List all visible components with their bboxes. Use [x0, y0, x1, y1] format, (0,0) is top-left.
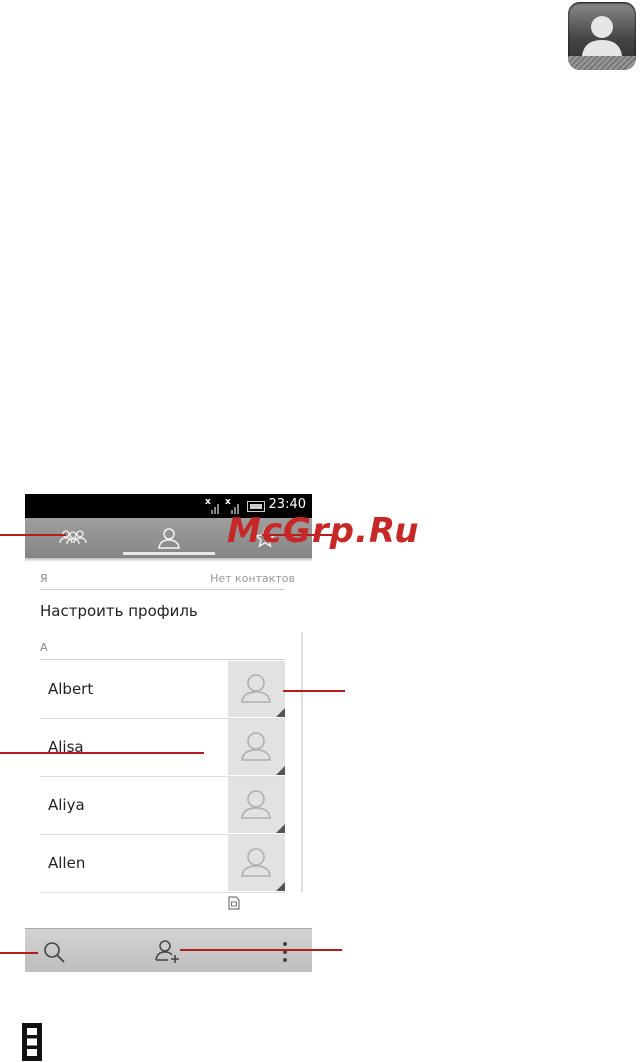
group-icon: [59, 530, 87, 545]
overflow-menu-icon[interactable]: [281, 940, 289, 964]
tab-contacts[interactable]: [121, 518, 217, 558]
callout-line-search: [0, 952, 38, 954]
section-header-a: А: [40, 641, 285, 660]
callout-line-add: [180, 949, 342, 951]
no-contacts-text: Нет контактов: [210, 572, 295, 585]
photo-corner: [276, 824, 285, 833]
callout-line-groups: [0, 534, 66, 536]
contact-photo[interactable]: [228, 719, 285, 775]
callout-line-photo: [283, 690, 345, 692]
phone-screen: x x 23:40 Я Нет контактов Настроить проф…: [25, 494, 312, 972]
contact-row-albert[interactable]: Albert: [40, 660, 285, 719]
icon-stripe: [568, 56, 636, 70]
search-icon[interactable]: [41, 939, 67, 965]
contact-row-allen[interactable]: Allen: [40, 834, 285, 893]
watermark: McGrp.Ru: [227, 511, 420, 551]
contact-row-aliya[interactable]: Aliya: [40, 776, 285, 835]
contact-name: Aliya: [48, 796, 85, 814]
photo-corner: [276, 766, 285, 775]
callout-line-contact: [0, 752, 204, 754]
person-icon: [158, 528, 180, 549]
contact-photo[interactable]: [228, 661, 285, 717]
contact-photo[interactable]: [228, 777, 285, 833]
section-letter: Я: [40, 572, 48, 585]
photo-corner: [276, 708, 285, 717]
setup-profile-item[interactable]: Настроить профиль: [40, 602, 198, 620]
contact-name: Albert: [48, 680, 94, 698]
sim-card-icon: [228, 896, 240, 910]
section-header-profile: Я Нет контактов: [40, 572, 295, 590]
menu-key-icon: [22, 1023, 42, 1061]
add-contact-icon[interactable]: [154, 938, 182, 964]
contact-photo[interactable]: [228, 835, 285, 891]
section-letter: А: [40, 641, 48, 654]
tab-shadow: [25, 558, 312, 562]
contacts-app-icon: [568, 2, 636, 70]
status-time: 23:40: [268, 497, 306, 512]
contact-row-alisa[interactable]: Alisa: [40, 718, 285, 777]
contact-name: Allen: [48, 854, 86, 872]
signal-icon: x: [205, 498, 221, 514]
scrollbar[interactable]: [301, 632, 303, 892]
contact-row-partial[interactable]: [40, 892, 285, 922]
photo-corner: [276, 882, 285, 891]
tab-groups[interactable]: [25, 518, 121, 558]
